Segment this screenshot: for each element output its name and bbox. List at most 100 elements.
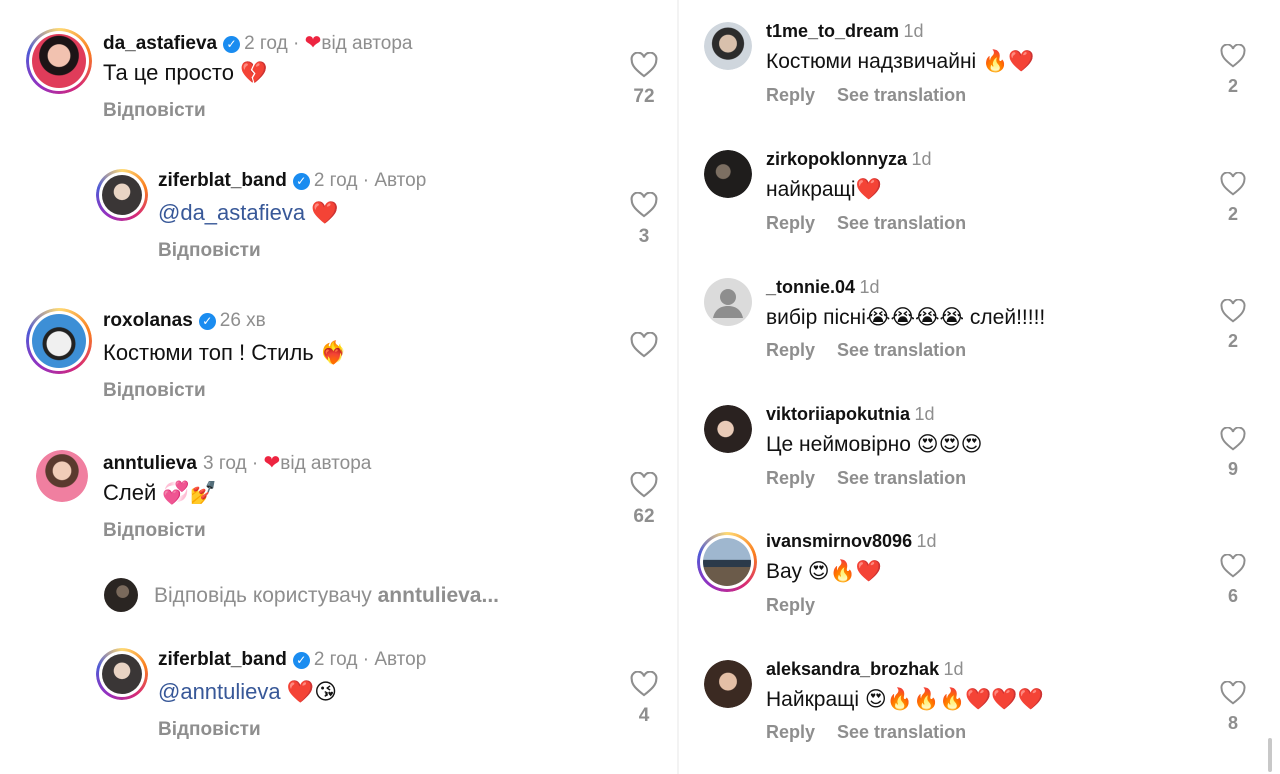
comment-text: вибір пісні bbox=[766, 306, 866, 329]
username[interactable]: roxolanas bbox=[103, 310, 193, 331]
avatar[interactable] bbox=[26, 308, 92, 374]
username[interactable]: anntulieva bbox=[103, 453, 197, 474]
emoji-group: 😍🔥🔥🔥❤️❤️❤️ bbox=[864, 687, 1044, 711]
avatar[interactable] bbox=[704, 405, 752, 453]
verified-badge-icon: ✓ bbox=[223, 36, 241, 53]
timestamp: 1d bbox=[914, 404, 935, 424]
avatar[interactable] bbox=[704, 150, 752, 198]
heart-outline-icon[interactable] bbox=[630, 192, 658, 218]
see-translation-button[interactable]: See translation bbox=[837, 722, 966, 742]
heart-outline-icon[interactable] bbox=[630, 671, 658, 697]
default-user-icon bbox=[713, 289, 743, 318]
username[interactable]: viktoriiapokutnia bbox=[766, 404, 910, 424]
like-count: 2 bbox=[1227, 331, 1238, 351]
heart-outline-icon[interactable] bbox=[1220, 681, 1246, 705]
see-translation-button[interactable]: See translation bbox=[837, 468, 966, 488]
avatar[interactable] bbox=[697, 532, 757, 592]
timestamp: 2 год bbox=[313, 649, 358, 670]
panel-divider bbox=[677, 0, 679, 774]
by-author-label: від автора bbox=[280, 453, 372, 474]
comment-text: Костюми топ ! Стиль bbox=[103, 340, 314, 365]
heart-outline-icon[interactable] bbox=[630, 472, 658, 498]
reply-button[interactable]: Відповісти bbox=[103, 100, 206, 122]
avatar[interactable] bbox=[704, 660, 752, 708]
avatar[interactable] bbox=[704, 22, 752, 70]
mention-link[interactable]: @anntulieva bbox=[158, 679, 281, 704]
comment-text: Костюми надзвичайні bbox=[766, 50, 977, 73]
emoji-group: 💞💅 bbox=[162, 481, 218, 506]
reply-button[interactable]: Reply bbox=[766, 213, 815, 233]
username[interactable]: ziferblat_band bbox=[158, 170, 287, 191]
username[interactable]: ziferblat_band bbox=[158, 649, 287, 670]
emoji-group: 🔥❤️ bbox=[982, 49, 1035, 73]
username[interactable]: ivansmirnov8096 bbox=[766, 531, 912, 551]
heart-outline-icon[interactable] bbox=[1220, 172, 1246, 196]
heart-outline-icon[interactable] bbox=[1220, 427, 1246, 451]
broken-heart-emoji: 💔 bbox=[240, 61, 268, 86]
username[interactable]: da_astafieva bbox=[103, 33, 217, 54]
timestamp: 1d bbox=[943, 659, 964, 679]
timestamp: 1d bbox=[903, 21, 924, 41]
see-translation-button[interactable]: See translation bbox=[837, 213, 966, 233]
username[interactable]: t1me_to_dream bbox=[766, 21, 899, 41]
heart-outline-icon[interactable] bbox=[1220, 44, 1246, 68]
timestamp: 3 год bbox=[202, 453, 247, 474]
verified-badge-icon: ✓ bbox=[198, 313, 216, 330]
heart-filled-icon: ❤ bbox=[263, 452, 281, 474]
like-count: 62 bbox=[633, 506, 655, 527]
reply-button[interactable]: Відповісти bbox=[103, 380, 206, 402]
by-author-label: від автора bbox=[321, 33, 413, 54]
emoji-group: 😍🔥❤️ bbox=[807, 559, 882, 583]
heart-outline-icon[interactable] bbox=[1220, 554, 1246, 578]
reply-button[interactable]: Reply bbox=[766, 722, 815, 742]
heart-outline-icon[interactable] bbox=[630, 332, 658, 358]
reply-button[interactable]: Reply bbox=[766, 85, 815, 105]
username[interactable]: aleksandra_brozhak bbox=[766, 659, 939, 679]
author-tag: Автор bbox=[374, 170, 427, 191]
comment-text: найкращі bbox=[766, 178, 856, 201]
heart-outline-icon[interactable] bbox=[1220, 299, 1246, 323]
reply-button[interactable]: Відповісти bbox=[158, 240, 261, 262]
like-count: 2 bbox=[1227, 76, 1238, 96]
like-count: 9 bbox=[1227, 459, 1238, 479]
avatar[interactable] bbox=[36, 450, 88, 502]
comments-screen: da_astafieva ✓ 2 год · ❤від автора Та це п… bbox=[0, 0, 1280, 774]
reply-button[interactable]: Reply bbox=[766, 340, 815, 360]
mention-link[interactable]: @da_astafieva bbox=[158, 200, 305, 225]
avatar bbox=[104, 578, 138, 612]
reply-button[interactable]: Відповісти bbox=[103, 520, 206, 542]
timestamp: 1d bbox=[911, 149, 932, 169]
crying-emoji-group: 😭😭😭😭 bbox=[865, 305, 965, 329]
like-count: 4 bbox=[638, 705, 650, 726]
avatar[interactable] bbox=[704, 278, 752, 326]
red-heart-emoji: ❤️ bbox=[855, 177, 882, 201]
red-heart-emoji: ❤️ bbox=[311, 201, 339, 226]
scrollbar[interactable] bbox=[1268, 738, 1272, 772]
username[interactable]: _tonnie.04 bbox=[766, 277, 855, 297]
username[interactable]: zirkopoklonnyza bbox=[766, 149, 907, 169]
like-count: 2 bbox=[1227, 204, 1238, 224]
heart-outline-icon[interactable] bbox=[630, 52, 658, 78]
like-count: 8 bbox=[1227, 713, 1238, 733]
reply-thread-prefix: Відповідь користувачу bbox=[154, 584, 372, 607]
heart-filled-icon: ❤ bbox=[304, 32, 322, 54]
reply-button[interactable]: Reply bbox=[766, 595, 815, 615]
timestamp: 2 год bbox=[244, 33, 288, 54]
comment-text: Це неймовірно bbox=[766, 433, 911, 456]
like-count: 72 bbox=[633, 86, 655, 107]
reply-button[interactable]: Reply bbox=[766, 468, 815, 488]
see-translation-button[interactable]: See translation bbox=[837, 85, 966, 105]
author-tag: Автор bbox=[374, 649, 427, 670]
see-translation-button[interactable]: See translation bbox=[837, 340, 966, 360]
comment-text: Вау bbox=[766, 560, 802, 583]
timestamp: 1d bbox=[916, 531, 937, 551]
comment-text-continued: слей!!!!! bbox=[969, 306, 1046, 329]
reply-thread-user[interactable]: anntulieva... bbox=[378, 584, 499, 607]
avatar[interactable] bbox=[96, 648, 148, 700]
reply-button[interactable]: Відповісти bbox=[158, 719, 261, 741]
avatar[interactable] bbox=[96, 169, 148, 221]
comment-text: Та це просто bbox=[103, 60, 234, 85]
like-count: 3 bbox=[638, 226, 650, 247]
heart-eyes-emoji-group: 😍😍😍 bbox=[916, 432, 983, 456]
avatar[interactable] bbox=[26, 28, 92, 94]
